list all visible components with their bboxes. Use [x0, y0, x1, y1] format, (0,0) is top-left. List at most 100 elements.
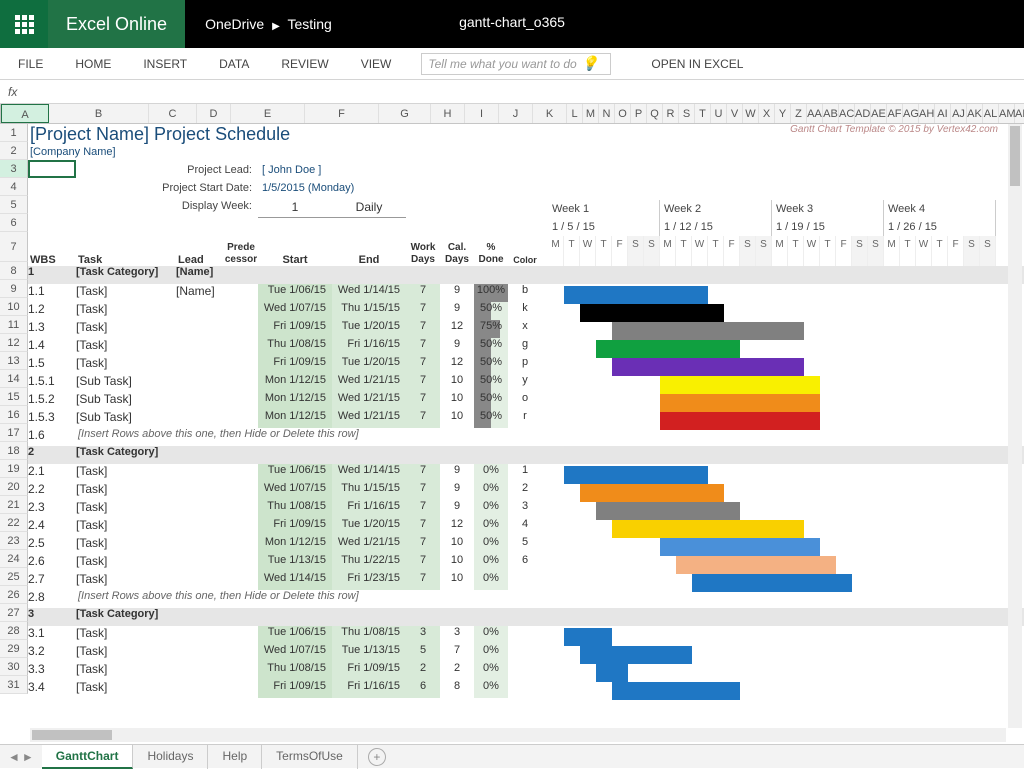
start-2.2: Wed 1/07/15 [258, 482, 332, 500]
wbs-2.7: 2.7 [28, 572, 76, 590]
tab-insert[interactable]: INSERT [137, 57, 193, 71]
row-header-8[interactable]: 8 [0, 262, 28, 280]
col-header-AF[interactable]: AF [887, 104, 903, 123]
row-header-10[interactable]: 10 [0, 298, 28, 316]
col-header-AD[interactable]: AD [855, 104, 871, 123]
row-header-29[interactable]: 29 [0, 640, 28, 658]
row-header-12[interactable]: 12 [0, 334, 28, 352]
row-header-14[interactable]: 14 [0, 370, 28, 388]
col-header-Y[interactable]: Y [775, 104, 791, 123]
sheet-tab-termsofuse[interactable]: TermsOfUse [262, 745, 358, 769]
col-header-AM[interactable]: AM [999, 104, 1015, 123]
col-header-AH[interactable]: AH [919, 104, 935, 123]
row-header-25[interactable]: 25 [0, 568, 28, 586]
row-header-24[interactable]: 24 [0, 550, 28, 568]
row-header-21[interactable]: 21 [0, 496, 28, 514]
row-header-30[interactable]: 30 [0, 658, 28, 676]
col-header-N[interactable]: N [599, 104, 615, 123]
add-sheet-icon[interactable]: + [368, 748, 386, 766]
col-header-Q[interactable]: Q [647, 104, 663, 123]
row-header-1[interactable]: 1 [0, 124, 28, 142]
tab-review[interactable]: REVIEW [275, 57, 334, 71]
row-header-4[interactable]: 4 [0, 178, 28, 196]
col-header-AI[interactable]: AI [935, 104, 951, 123]
col-header-L[interactable]: L [567, 104, 583, 123]
row-header-7[interactable]: 7 [0, 232, 28, 262]
open-in-excel-link[interactable]: OPEN IN EXCEL [651, 57, 743, 71]
breadcrumb-root[interactable]: OneDrive [205, 16, 264, 32]
col-header-T[interactable]: T [695, 104, 711, 123]
col-header-AA[interactable]: AA [807, 104, 823, 123]
col-header-AE[interactable]: AE [871, 104, 887, 123]
col-header-F[interactable]: F [305, 104, 379, 123]
row-header-13[interactable]: 13 [0, 352, 28, 370]
sheet-tab-holidays[interactable]: Holidays [133, 745, 208, 769]
formula-input[interactable] [25, 80, 1024, 103]
col-header-X[interactable]: X [759, 104, 775, 123]
row-header-18[interactable]: 18 [0, 442, 28, 460]
breadcrumb-folder[interactable]: Testing [287, 16, 331, 32]
col-header-H[interactable]: H [431, 104, 465, 123]
row-header-27[interactable]: 27 [0, 604, 28, 622]
row-header-20[interactable]: 20 [0, 478, 28, 496]
lead-2.4 [176, 518, 224, 536]
row-header-17[interactable]: 17 [0, 424, 28, 442]
row-header-26[interactable]: 26 [0, 586, 28, 604]
col-header-P[interactable]: P [631, 104, 647, 123]
row-header-3[interactable]: 3 [0, 160, 28, 178]
tab-data[interactable]: DATA [213, 57, 255, 71]
cd-2.4: 12 [440, 518, 474, 536]
horizontal-scrollbar[interactable] [30, 728, 1006, 742]
pred-2.3 [224, 500, 258, 518]
row-header-9[interactable]: 9 [0, 280, 28, 298]
pred-1 [224, 266, 258, 284]
row-header-19[interactable]: 19 [0, 460, 28, 478]
col-header-Z[interactable]: Z [791, 104, 807, 123]
col-header-AK[interactable]: AK [967, 104, 983, 123]
col-header-AN[interactable]: AN [1015, 104, 1024, 123]
col-header-K[interactable]: K [533, 104, 567, 123]
col-header-U[interactable]: U [711, 104, 727, 123]
col-header-C[interactable]: C [149, 104, 197, 123]
col-header-M[interactable]: M [583, 104, 599, 123]
file-name[interactable]: gantt-chart_o365 [459, 14, 565, 30]
col-header-S[interactable]: S [679, 104, 695, 123]
row-header-15[interactable]: 15 [0, 388, 28, 406]
sheet-nav-arrows[interactable]: ◄► [8, 750, 34, 764]
row-header-22[interactable]: 22 [0, 514, 28, 532]
col-header-I[interactable]: I [465, 104, 499, 123]
col-header-O[interactable]: O [615, 104, 631, 123]
vertical-scrollbar[interactable] [1008, 124, 1022, 728]
row-header-28[interactable]: 28 [0, 622, 28, 640]
col-header-A[interactable]: A [1, 104, 49, 123]
col-header-AC[interactable]: AC [839, 104, 855, 123]
col-header-AB[interactable]: AB [823, 104, 839, 123]
col-header-J[interactable]: J [499, 104, 533, 123]
col-header-E[interactable]: E [231, 104, 305, 123]
col-header-G[interactable]: G [379, 104, 431, 123]
row-header-16[interactable]: 16 [0, 406, 28, 424]
row-header-11[interactable]: 11 [0, 316, 28, 334]
row-header-31[interactable]: 31 [0, 676, 28, 694]
col-header-AJ[interactable]: AJ [951, 104, 967, 123]
row-header-2[interactable]: 2 [0, 142, 28, 160]
col-header-R[interactable]: R [663, 104, 679, 123]
tab-home[interactable]: HOME [69, 57, 117, 71]
app-launcher-icon[interactable] [0, 0, 48, 48]
sheet-tab-ganttchart[interactable]: GanttChart [42, 745, 134, 769]
tell-me-input[interactable]: Tell me what you want to do 💡 [421, 53, 611, 75]
sheet-tab-help[interactable]: Help [208, 745, 262, 769]
row-header-23[interactable]: 23 [0, 532, 28, 550]
breadcrumb[interactable]: OneDrive ▶ Testing [185, 16, 352, 32]
row-header-6[interactable]: 6 [0, 214, 28, 232]
tab-view[interactable]: VIEW [355, 57, 398, 71]
col-header-W[interactable]: W [743, 104, 759, 123]
col-header-AL[interactable]: AL [983, 104, 999, 123]
col-header-AG[interactable]: AG [903, 104, 919, 123]
tab-file[interactable]: FILE [12, 57, 49, 71]
sheet-grid[interactable]: 1234567891011121314151617181920212223242… [0, 124, 1024, 744]
col-header-D[interactable]: D [197, 104, 231, 123]
col-header-V[interactable]: V [727, 104, 743, 123]
row-header-5[interactable]: 5 [0, 196, 28, 214]
col-header-B[interactable]: B [49, 104, 149, 123]
